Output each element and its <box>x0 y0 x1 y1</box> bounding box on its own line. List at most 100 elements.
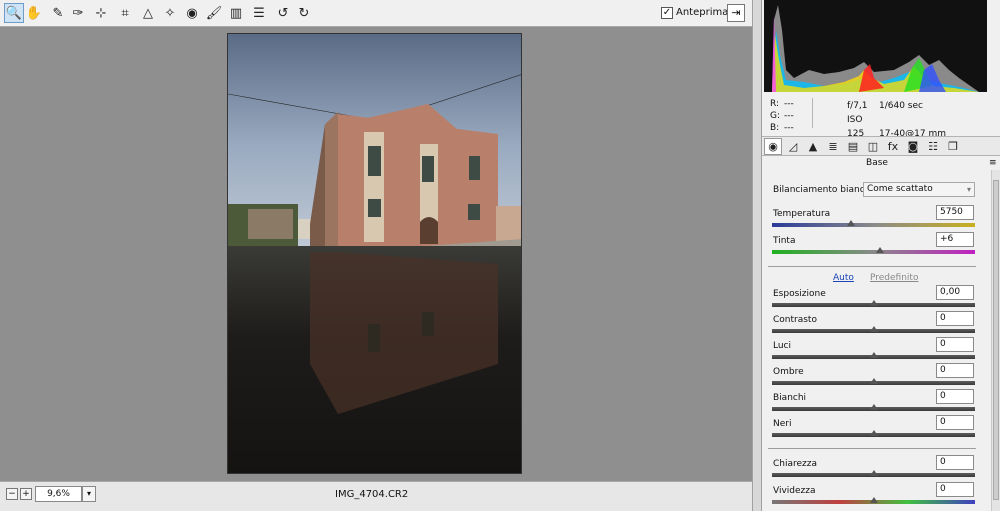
hand-tool[interactable]: ✋ <box>24 3 44 23</box>
fx-icon: fx <box>887 140 899 153</box>
contrast-label: Contrasto <box>773 315 817 325</box>
exposure-label: Esposizione <box>773 289 826 299</box>
tab-camera-calibration[interactable]: ◙ <box>904 138 922 155</box>
basic-icon: ◉ <box>768 140 778 153</box>
clarity-label: Chiarezza <box>773 459 818 469</box>
tab-lens-corrections[interactable]: ◫ <box>864 138 882 155</box>
b-label: B: <box>770 123 780 133</box>
temperature-field[interactable]: 5750 <box>936 205 974 220</box>
vibrance-label: Vividezza <box>773 486 816 496</box>
white-balance-value: Come scattato <box>867 184 933 194</box>
panel-divider[interactable] <box>752 0 762 511</box>
exposure-field[interactable]: 0,00 <box>936 285 974 300</box>
adjustment-brush-tool[interactable]: 🖌 <box>204 3 224 23</box>
panel-menu-icon[interactable]: ≡ <box>989 158 997 168</box>
blacks-field[interactable]: 0 <box>936 415 974 430</box>
temperature-label: Temperatura <box>773 209 831 219</box>
panel-scrollbar[interactable] <box>991 170 1000 511</box>
tab-presets[interactable]: ☷ <box>924 138 942 155</box>
contrast-field[interactable]: 0 <box>936 311 974 326</box>
hand-icon: ✋ <box>25 5 43 21</box>
clarity-slider-thumb[interactable] <box>869 470 878 476</box>
file-name: IMG_4704.CR2 <box>335 489 409 500</box>
whites-label: Bianchi <box>773 393 807 403</box>
shadows-slider-thumb[interactable] <box>869 378 878 384</box>
b-value: --- <box>784 123 794 133</box>
preview-label: Anteprima <box>676 7 729 18</box>
shadows-label: Ombre <box>773 367 804 377</box>
image-preview[interactable] <box>227 33 522 474</box>
g-value: --- <box>784 111 794 121</box>
shadows-field[interactable]: 0 <box>936 363 974 378</box>
scrollbar-thumb[interactable] <box>993 180 999 500</box>
zoom-dropdown-icon[interactable]: ▾ <box>82 486 96 502</box>
rotate-right-tool[interactable]: ↻ <box>294 3 314 23</box>
rotate-right-icon: ↻ <box>298 5 310 21</box>
temperature-slider-thumb[interactable] <box>847 220 856 226</box>
graduated-filter-tool[interactable]: ▥ <box>226 3 246 23</box>
red-eye-tool[interactable]: ◉ <box>182 3 202 23</box>
tint-field[interactable]: +6 <box>936 232 974 247</box>
split-toning-icon: ▤ <box>847 140 859 153</box>
blacks-slider-thumb[interactable] <box>869 430 878 436</box>
lens-icon: ◫ <box>867 140 879 153</box>
tint-label: Tinta <box>773 236 796 246</box>
highlights-field[interactable]: 0 <box>936 337 974 352</box>
list-icon: ☰ <box>253 5 265 21</box>
whites-field[interactable]: 0 <box>936 389 974 404</box>
color-sampler-tool[interactable]: ✑ <box>68 3 88 23</box>
brush-icon: 🖌 <box>205 5 223 21</box>
rotate-left-tool[interactable]: ↺ <box>273 3 293 23</box>
white-balance-select[interactable]: Come scattato ▾ <box>863 182 975 197</box>
spot-removal-icon: ✧ <box>164 5 176 21</box>
straighten-tool[interactable]: △ <box>138 3 158 23</box>
vibrance-field[interactable]: 0 <box>936 482 974 497</box>
tab-snapshots[interactable]: ❐ <box>944 138 962 155</box>
hsl-icon: ≣ <box>828 140 838 153</box>
highlights-slider-thumb[interactable] <box>869 352 878 358</box>
whites-slider-thumb[interactable] <box>869 404 878 410</box>
zoom-out-button[interactable]: − <box>6 488 18 500</box>
zoom-level-field[interactable]: 9,6% <box>35 486 82 502</box>
default-link[interactable]: Predefinito <box>870 273 918 283</box>
tint-slider-track[interactable] <box>772 250 975 254</box>
info-separator <box>812 98 813 128</box>
crop-icon: ⌗ <box>121 5 129 21</box>
vibrance-slider-thumb[interactable] <box>869 497 878 503</box>
red-eye-icon: ◉ <box>186 5 198 21</box>
fullscreen-toggle-icon[interactable]: ⇥ <box>727 4 745 22</box>
shutter-speed: 1/640 sec <box>879 101 923 111</box>
zoom-tool[interactable]: 🔍 <box>4 3 24 23</box>
tab-effects[interactable]: fx <box>884 138 902 155</box>
panel-tabs: ◉ ◿ ▲ ≣ ▤ ◫ fx ◙ ☷ ❐ <box>762 136 1000 156</box>
section-divider <box>768 448 976 449</box>
contrast-slider-thumb[interactable] <box>869 326 878 332</box>
crop-tool[interactable]: ⌗ <box>115 3 135 23</box>
highlights-label: Luci <box>773 341 792 351</box>
white-balance-label: Bilanciamento bianco: <box>773 185 874 195</box>
auto-link[interactable]: Auto <box>833 273 854 283</box>
r-label: R: <box>770 99 780 109</box>
tab-hsl[interactable]: ≣ <box>824 138 842 155</box>
exposure-slider-thumb[interactable] <box>869 300 878 306</box>
preview-checkbox[interactable]: ✓ <box>661 7 673 19</box>
tab-split-toning[interactable]: ▤ <box>844 138 862 155</box>
tab-detail[interactable]: ▲ <box>804 138 822 155</box>
status-bar: − + 9,6% ▾ IMG_4704.CR2 <box>0 481 752 511</box>
targeted-adjustment-tool[interactable]: ⊹ <box>91 3 111 23</box>
presets-icon: ☷ <box>928 140 938 153</box>
chevron-down-icon: ▾ <box>966 185 971 194</box>
g-label: G: <box>770 111 781 121</box>
tab-basic[interactable]: ◉ <box>764 138 782 155</box>
spot-removal-tool[interactable]: ✧ <box>160 3 180 23</box>
straighten-icon: △ <box>143 5 153 21</box>
tab-tone-curve[interactable]: ◿ <box>784 138 802 155</box>
white-balance-tool[interactable]: ✎ <box>48 3 68 23</box>
clarity-field[interactable]: 0 <box>936 455 974 470</box>
blacks-label: Neri <box>773 419 792 429</box>
temperature-slider-track[interactable] <box>772 223 975 227</box>
tint-slider-thumb[interactable] <box>875 247 884 253</box>
zoom-in-button[interactable]: + <box>20 488 32 500</box>
histogram <box>764 0 987 92</box>
preferences-tool[interactable]: ☰ <box>249 3 269 23</box>
